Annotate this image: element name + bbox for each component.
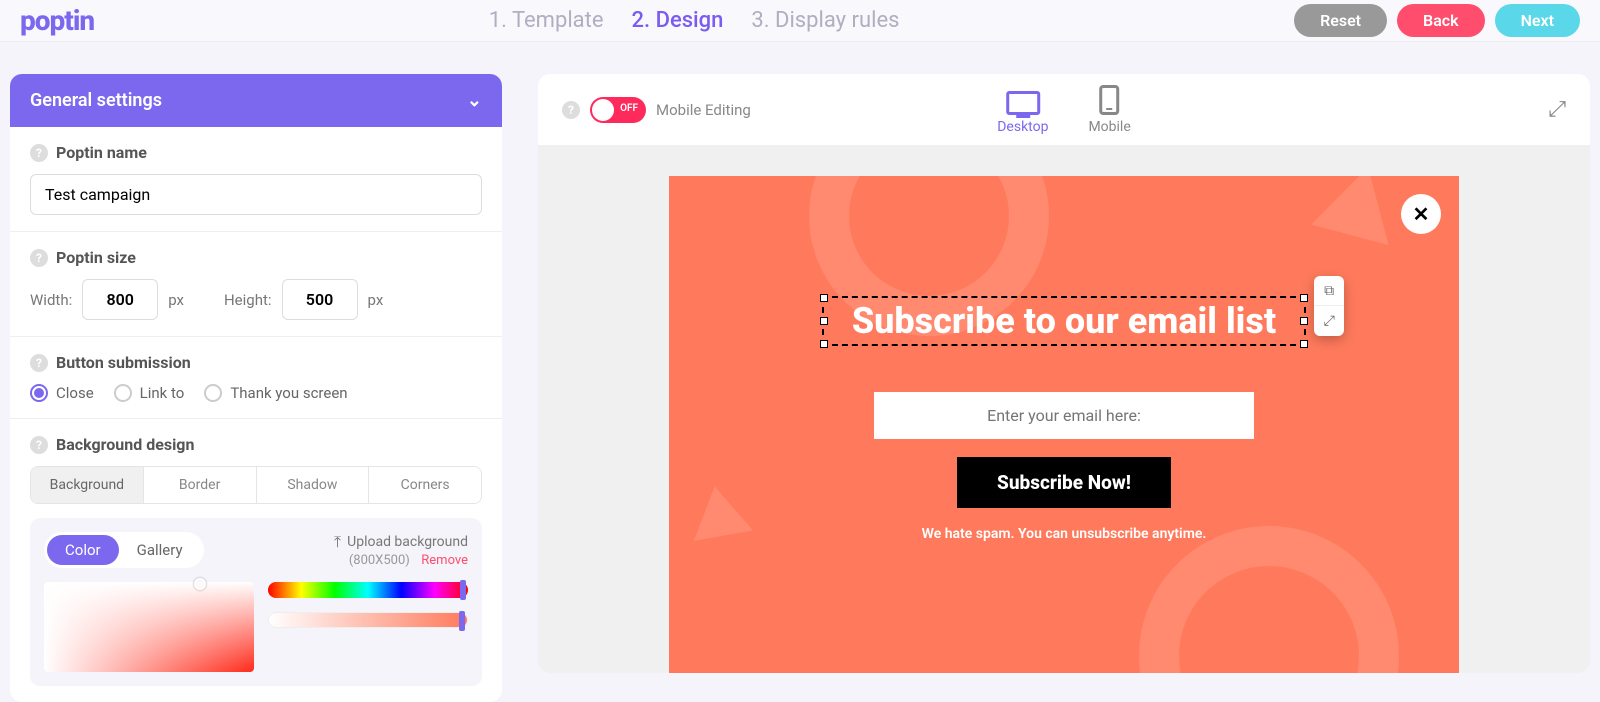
- bg-tabs: Background Border Shadow Corners: [30, 466, 482, 504]
- px-unit: px: [368, 291, 384, 309]
- step-display-rules[interactable]: 3. Display rules: [751, 8, 899, 33]
- resize-handle[interactable]: [820, 340, 828, 348]
- header-actions: Reset Back Next: [1294, 4, 1580, 37]
- section-name: ? Poptin name: [10, 127, 502, 232]
- popup-note: We hate spam. You can unsubscribe anytim…: [922, 526, 1207, 542]
- name-label: Poptin name: [56, 143, 147, 162]
- help-icon[interactable]: ?: [30, 144, 48, 162]
- popup-preview[interactable]: ✕ Subscribe to our email list: [669, 176, 1459, 673]
- reset-button[interactable]: Reset: [1294, 4, 1387, 37]
- hue-slider[interactable]: [268, 582, 468, 598]
- slider-handle[interactable]: [460, 580, 466, 600]
- remove-background-link[interactable]: Remove: [421, 553, 468, 568]
- panel-title: General settings: [30, 90, 162, 111]
- canvas-stage[interactable]: ✕ Subscribe to our email list: [538, 146, 1590, 673]
- next-button[interactable]: Next: [1495, 4, 1580, 37]
- app-header: poptin 1. Template 2. Design 3. Display …: [0, 0, 1600, 42]
- section-size: ? Poptin size Width: px Height: px: [10, 232, 502, 337]
- help-icon[interactable]: ?: [30, 354, 48, 372]
- resize-handle[interactable]: [1300, 294, 1308, 302]
- radio-link-to[interactable]: Link to: [114, 384, 185, 402]
- expand-icon[interactable]: ⤢: [1548, 97, 1566, 122]
- upload-background-link[interactable]: ⤒ Upload background: [334, 532, 468, 552]
- canvas-area: ? OFF Mobile Editing Desktop Mobile ⤢: [538, 74, 1590, 673]
- help-icon[interactable]: ?: [30, 436, 48, 454]
- mobile-editing-toggle[interactable]: OFF: [590, 97, 646, 123]
- device-tab-desktop[interactable]: Desktop: [997, 91, 1048, 135]
- back-button[interactable]: Back: [1397, 4, 1485, 37]
- popup-email-input[interactable]: [874, 392, 1254, 439]
- height-label: Height:: [224, 291, 272, 309]
- selection-box: [822, 296, 1306, 346]
- chevron-down-icon: ⌄: [467, 90, 482, 111]
- logo: poptin: [20, 4, 94, 37]
- bgdesign-label: Background design: [56, 435, 194, 454]
- resize-handle[interactable]: [820, 294, 828, 302]
- settings-sidebar: General settings ⌄ ? Poptin name ? Popti…: [10, 74, 502, 673]
- radio-close[interactable]: Close: [30, 384, 94, 402]
- upload-dims: (800X500): [349, 553, 410, 568]
- pill-gallery[interactable]: Gallery: [119, 535, 201, 565]
- device-tab-mobile[interactable]: Mobile: [1088, 85, 1130, 135]
- slider-handle[interactable]: [459, 611, 465, 631]
- headline-element[interactable]: Subscribe to our email list ⧉ ⤢: [822, 296, 1306, 346]
- alpha-slider[interactable]: [268, 612, 468, 628]
- poptin-name-input[interactable]: [30, 174, 482, 215]
- tab-border[interactable]: Border: [144, 467, 257, 503]
- picker-handle[interactable]: [194, 578, 206, 590]
- pill-color[interactable]: Color: [47, 535, 119, 565]
- tab-corners[interactable]: Corners: [369, 467, 481, 503]
- color-saturation-picker[interactable]: [44, 582, 254, 672]
- popup-subscribe-button[interactable]: Subscribe Now!: [957, 457, 1171, 508]
- radio-icon: [30, 384, 48, 402]
- resize-handle[interactable]: [1300, 340, 1308, 348]
- submission-label: Button submission: [56, 353, 191, 372]
- radio-thank-you[interactable]: Thank you screen: [204, 384, 347, 402]
- radio-icon: [204, 384, 222, 402]
- tab-background[interactable]: Background: [31, 467, 144, 503]
- mobile-icon: [1100, 85, 1120, 115]
- element-actions: ⧉ ⤢: [1314, 276, 1344, 336]
- expand-element-icon[interactable]: ⤢: [1314, 306, 1344, 336]
- wizard-steps: 1. Template 2. Design 3. Display rules: [94, 8, 1294, 33]
- width-label: Width:: [30, 291, 72, 309]
- canvas-toolbar: ? OFF Mobile Editing Desktop Mobile ⤢: [538, 74, 1590, 146]
- tab-shadow[interactable]: Shadow: [257, 467, 370, 503]
- desktop-icon: [1006, 91, 1040, 115]
- help-icon[interactable]: ?: [30, 249, 48, 267]
- section-submission: ? Button submission Close Link to Thank …: [10, 337, 502, 419]
- step-design[interactable]: 2. Design: [632, 8, 724, 33]
- mobile-editing-label: Mobile Editing: [656, 101, 751, 119]
- bg-mode-toggle: Color Gallery: [44, 532, 204, 568]
- help-icon[interactable]: ?: [562, 101, 580, 119]
- height-input[interactable]: [282, 279, 358, 320]
- radio-icon: [114, 384, 132, 402]
- general-settings-header[interactable]: General settings ⌄: [10, 74, 502, 127]
- width-input[interactable]: [82, 279, 158, 320]
- resize-handle[interactable]: [1300, 317, 1308, 325]
- px-unit: px: [168, 291, 184, 309]
- size-label: Poptin size: [56, 248, 136, 267]
- upload-icon: ⤒: [334, 532, 341, 552]
- bg-shape: [1139, 526, 1399, 673]
- toggle-knob: [592, 99, 614, 121]
- section-background-design: ? Background design Background Border Sh…: [10, 419, 502, 702]
- duplicate-icon[interactable]: ⧉: [1314, 276, 1344, 306]
- step-template[interactable]: 1. Template: [489, 8, 604, 33]
- resize-handle[interactable]: [820, 317, 828, 325]
